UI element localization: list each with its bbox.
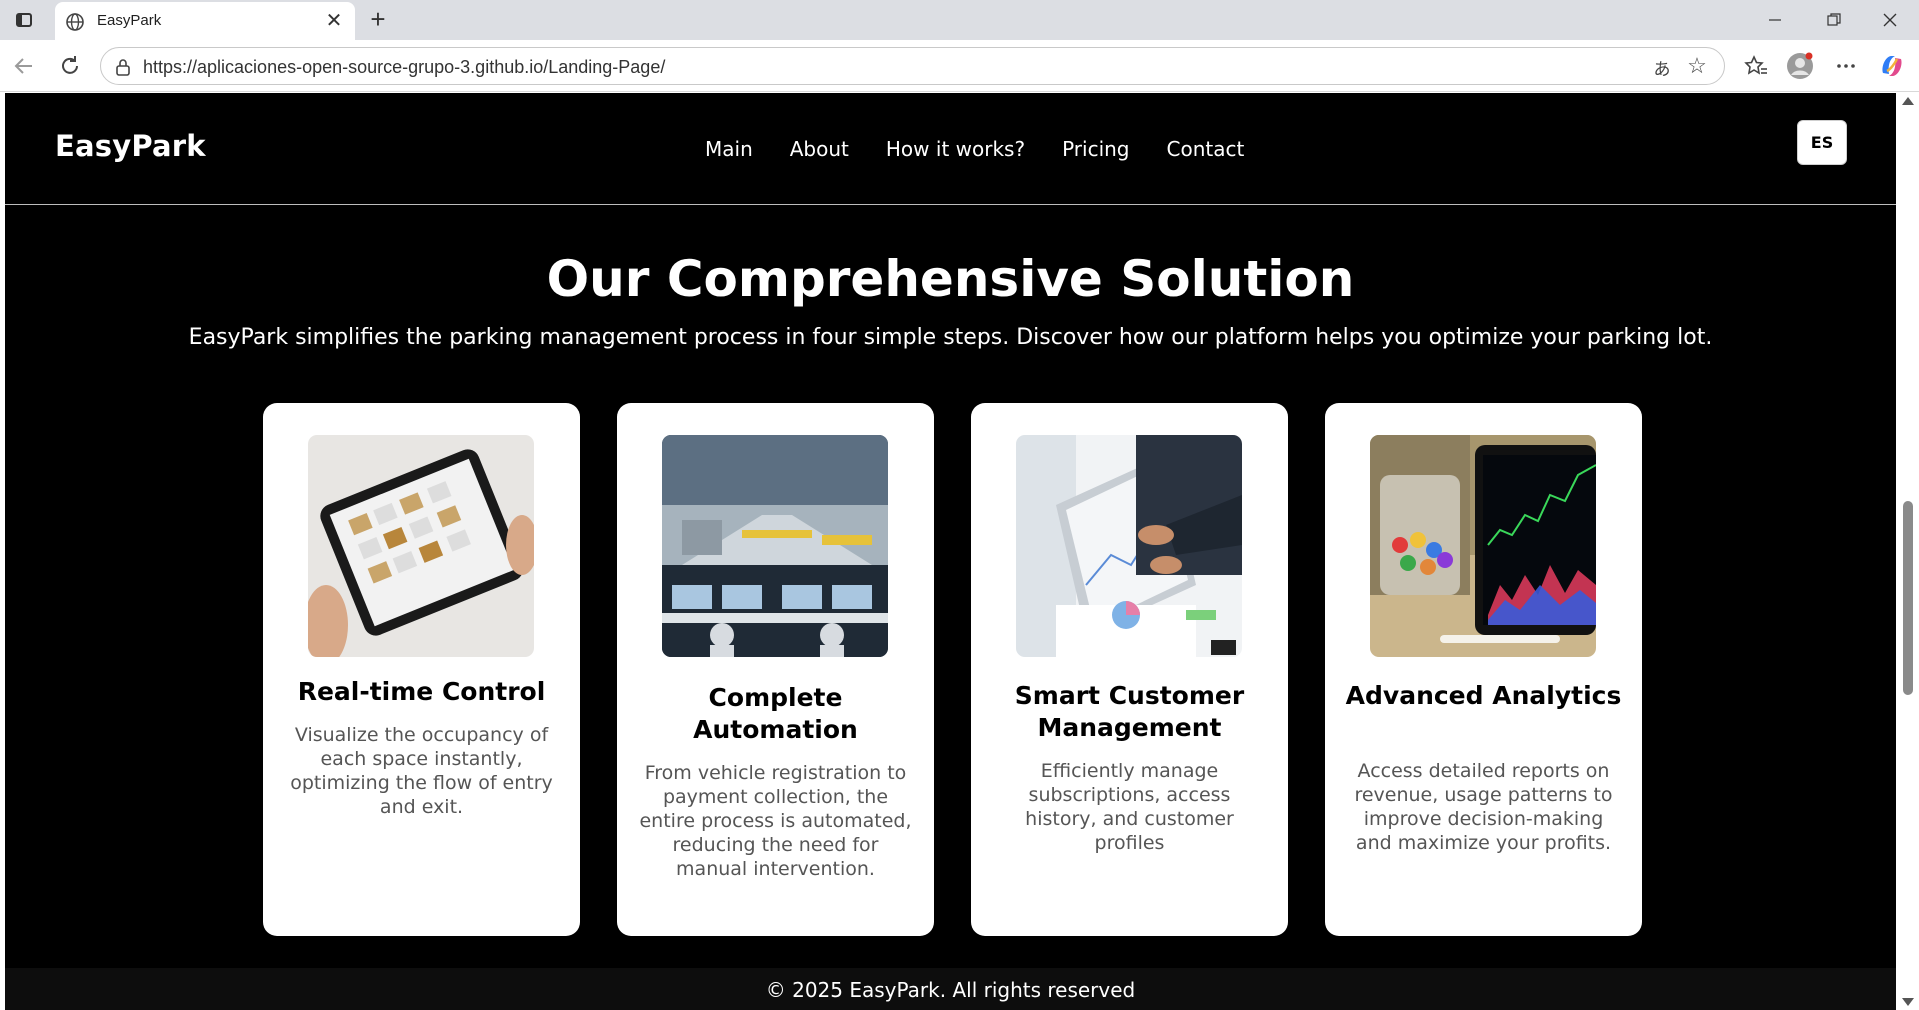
tablet-image (308, 435, 534, 657)
site-header: EasyPark Main About How it works? Pricin… (5, 93, 1896, 205)
plus-icon[interactable]: + (364, 6, 392, 34)
copilot-icon[interactable] (1878, 52, 1906, 80)
address-bar[interactable]: https://aplicaciones-open-source-grupo-3… (100, 47, 1725, 85)
site-info-icon[interactable] (113, 57, 133, 77)
landing-page: EasyPark Main About How it works? Pricin… (5, 93, 1896, 1010)
copyright-text: © 2025 EasyPark. All rights reserved (765, 978, 1136, 1002)
scroll-up-icon[interactable] (1902, 97, 1914, 105)
scrollbar-thumb[interactable] (1903, 501, 1913, 695)
window-close-icon[interactable] (1867, 6, 1913, 34)
card-title: Smart Customer Management (1014, 681, 1245, 742)
control-room-image (662, 435, 888, 657)
card-title: Real-time Control (297, 677, 546, 706)
more-icon[interactable] (1832, 52, 1860, 80)
nav-pricing[interactable]: Pricing (1062, 137, 1129, 161)
card-text: Efficiently manage subscriptions, access… (1025, 760, 1234, 854)
nav-main[interactable]: Main (705, 137, 753, 161)
section-subtitle: EasyPark simplifies the parking manageme… (188, 325, 1713, 350)
globe-icon (66, 13, 84, 31)
favorites-icon[interactable] (1742, 52, 1770, 80)
card-text: From vehicle registration to payment col… (639, 762, 912, 880)
nav-how-it-works[interactable]: How it works? (886, 137, 1025, 161)
star-icon[interactable]: ☆ (1684, 53, 1710, 79)
page-scrollbar[interactable] (1897, 93, 1919, 1010)
feature-card-advanced-analytics: Advanced Analytics Access detailed repor… (1325, 403, 1642, 936)
feature-card-customer-management: Smart Customer Management Efficiently ma… (971, 403, 1288, 936)
scroll-down-icon[interactable] (1902, 998, 1914, 1006)
analytics-tablet-image (1370, 435, 1596, 657)
brand-logo[interactable]: EasyPark (55, 129, 206, 163)
minimize-icon[interactable] (1752, 6, 1798, 34)
read-aloud-icon[interactable]: あ (1650, 55, 1674, 79)
profile-icon[interactable] (1786, 52, 1814, 80)
language-toggle-button[interactable]: ES (1797, 120, 1847, 165)
url-text[interactable]: https://aplicaciones-open-source-grupo-3… (143, 57, 665, 78)
tab-title: EasyPark (97, 12, 162, 29)
nav-contact[interactable]: Contact (1167, 137, 1245, 161)
browser-tabbar: EasyPark ✕ + (0, 0, 1919, 40)
main-nav: Main About How it works? Pricing Contact (705, 137, 1244, 161)
site-footer: © 2025 EasyPark. All rights reserved (5, 968, 1896, 1010)
nav-about[interactable]: About (790, 137, 849, 161)
browser-tab[interactable]: EasyPark ✕ (55, 2, 355, 40)
feature-card-realtime-control: Real-time Control Visualize the occupanc… (263, 403, 580, 936)
refresh-icon[interactable] (56, 52, 84, 80)
page-viewport: EasyPark Main About How it works? Pricin… (0, 93, 1919, 1010)
card-title: Complete Automation (693, 683, 858, 744)
tab-actions-icon[interactable] (10, 8, 38, 32)
close-icon[interactable]: ✕ (323, 10, 345, 32)
feature-card-complete-automation: Complete Automation From vehicle registr… (617, 403, 934, 936)
back-arrow-icon[interactable] (10, 52, 38, 80)
card-text: Visualize the occupancy of each space in… (290, 724, 553, 818)
card-title: Advanced Analytics (1345, 681, 1622, 710)
restore-icon[interactable] (1811, 6, 1857, 34)
card-text: Access detailed reports on revenue, usag… (1354, 760, 1613, 854)
section-title: Our Comprehensive Solution (546, 250, 1355, 308)
browser-toolbar: https://aplicaciones-open-source-grupo-3… (0, 40, 1919, 92)
business-analysis-image (1016, 435, 1242, 657)
